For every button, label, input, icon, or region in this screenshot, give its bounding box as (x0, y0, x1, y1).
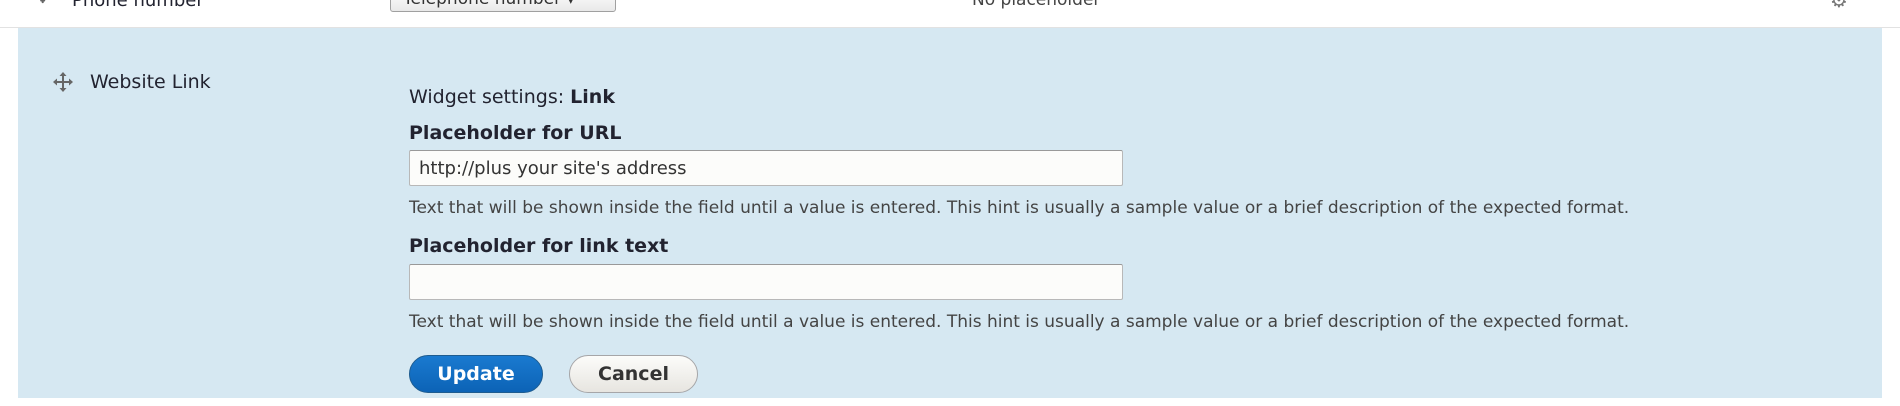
widget-settings-heading: Widget settings: Link (409, 86, 615, 108)
link-text-placeholder-description: Text that will be shown inside the field… (409, 312, 1630, 332)
widget-settings-prefix: Widget settings: (409, 86, 565, 108)
gear-icon[interactable]: ⚙ (1830, 0, 1848, 10)
update-button[interactable]: Update (409, 355, 543, 393)
widget-summary: No placeholder (972, 0, 1101, 10)
url-placeholder-label: Placeholder for URL (409, 122, 622, 144)
field-row-website-link: Website Link Widget settings: Link Place… (18, 28, 1882, 398)
widget-select-value: Telephone number (403, 0, 561, 9)
widget-settings-name: Link (570, 86, 615, 108)
field-label-website-link: Website Link (90, 71, 211, 93)
cancel-button[interactable]: Cancel (569, 355, 698, 393)
chevron-down-icon: ▾ (567, 0, 576, 9)
url-placeholder-description: Text that will be shown inside the field… (409, 198, 1630, 218)
link-text-placeholder-label: Placeholder for link text (409, 235, 669, 257)
url-placeholder-input[interactable] (409, 150, 1123, 186)
link-text-placeholder-input[interactable] (409, 264, 1123, 300)
widget-select[interactable]: Telephone number ▾ (390, 0, 616, 12)
move-icon[interactable]: ✥ (36, 0, 52, 6)
move-icon[interactable] (52, 71, 74, 93)
field-label-phone: Phone number (72, 0, 204, 11)
field-row-phone-number: ✥ Phone number Telephone number ▾ No pla… (0, 0, 1900, 28)
